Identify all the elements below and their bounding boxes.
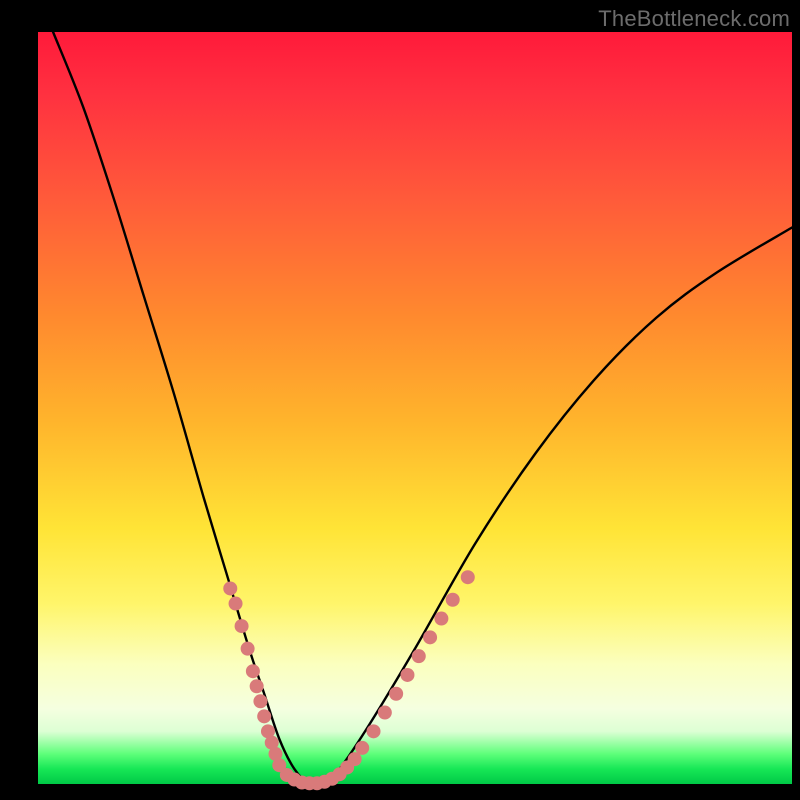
highlight-dot: [446, 593, 460, 607]
highlight-dot: [250, 679, 264, 693]
highlight-dot: [367, 724, 381, 738]
highlight-dot: [434, 612, 448, 626]
plot-area: [38, 32, 792, 784]
highlight-dot: [246, 664, 260, 678]
highlight-dot: [223, 581, 237, 595]
highlight-dot: [355, 741, 369, 755]
highlight-dots-bottom: [280, 752, 362, 790]
highlight-dot: [412, 649, 426, 663]
highlight-dot: [229, 597, 243, 611]
bottleneck-curve-path: [53, 32, 792, 786]
chart-frame: TheBottleneck.com: [0, 0, 800, 800]
chart-svg: [38, 32, 792, 784]
highlight-dot: [257, 709, 271, 723]
highlight-dot: [461, 570, 475, 584]
highlight-dot: [400, 668, 414, 682]
highlight-dot: [389, 687, 403, 701]
highlight-dot: [378, 706, 392, 720]
watermark-text: TheBottleneck.com: [598, 6, 790, 32]
highlight-dot: [241, 642, 255, 656]
highlight-dot: [235, 619, 249, 633]
highlight-dots-right: [355, 570, 475, 755]
highlight-dots-left: [223, 581, 286, 772]
highlight-dot: [423, 630, 437, 644]
highlight-dot: [253, 694, 267, 708]
